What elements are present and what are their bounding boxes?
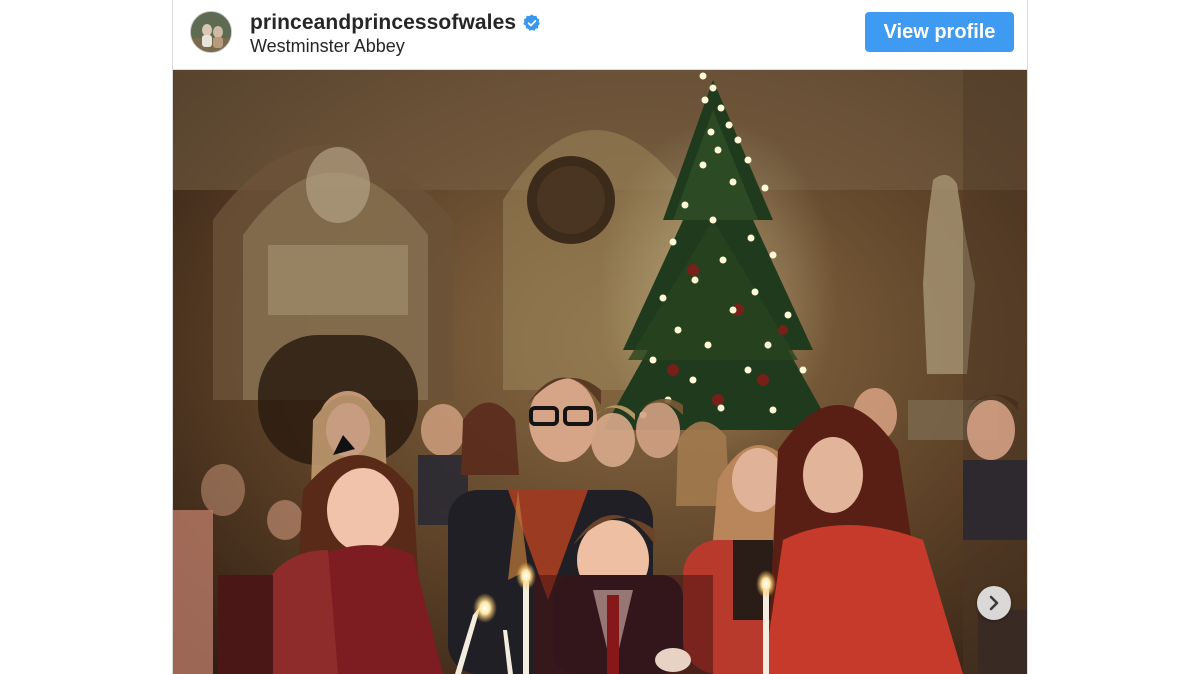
post-photo[interactable] — [173, 70, 1027, 674]
account-username[interactable]: princeandprincessofwales — [250, 11, 516, 35]
view-profile-button[interactable]: View profile — [865, 12, 1014, 52]
instagram-embed-post: princeandprincessofwales Westminster Abb… — [172, 0, 1028, 674]
post-image — [173, 70, 1027, 674]
verified-badge-icon — [523, 14, 541, 32]
account-name-row: princeandprincessofwales — [250, 11, 541, 35]
chevron-right-icon — [989, 595, 999, 611]
post-header: princeandprincessofwales Westminster Abb… — [173, 0, 1027, 70]
avatar-image — [191, 12, 231, 52]
profile-avatar[interactable] — [190, 11, 232, 53]
carousel-next-button[interactable] — [977, 586, 1011, 620]
post-location[interactable]: Westminster Abbey — [250, 36, 405, 57]
